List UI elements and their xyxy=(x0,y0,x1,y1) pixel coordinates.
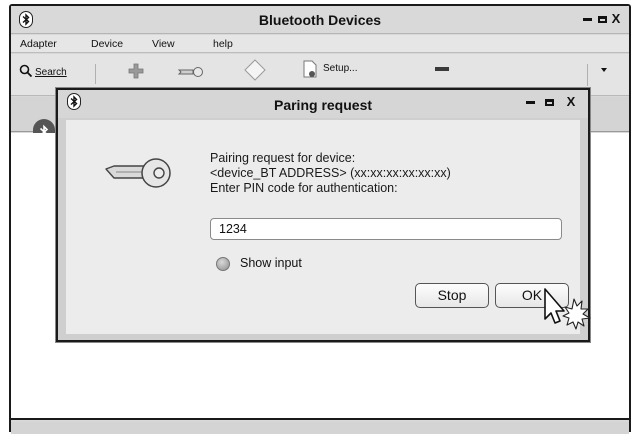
dialog-titlebar: Paring request X xyxy=(58,90,588,118)
minimize-icon xyxy=(525,101,535,105)
close-button[interactable]: X xyxy=(609,11,623,26)
menu-adapter[interactable]: Adapter xyxy=(20,38,57,50)
dialog-body: Pairing request for device: <device_BT A… xyxy=(66,120,580,334)
toolbar-separator xyxy=(587,64,588,86)
status-bar xyxy=(11,422,629,434)
dialog-maximize-button[interactable] xyxy=(543,94,555,109)
pairing-dialog: Paring request X Pairing request for dev… xyxy=(56,88,590,342)
maximize-button[interactable] xyxy=(596,11,608,26)
key-icon[interactable] xyxy=(177,66,205,78)
menu-bar: Adapter Device View help xyxy=(11,35,629,53)
minimize-button[interactable] xyxy=(581,11,593,26)
toolbar-overflow-icon[interactable] xyxy=(601,68,607,72)
menu-device[interactable]: Device xyxy=(91,38,123,50)
message-line: Enter PIN code for authentication: xyxy=(210,181,398,195)
menu-help[interactable]: help xyxy=(213,38,233,50)
indicator-icon xyxy=(435,67,449,71)
dialog-minimize-button[interactable] xyxy=(524,94,536,109)
toolbar-separator xyxy=(95,64,96,84)
menu-view[interactable]: View xyxy=(152,38,175,50)
minimize-icon xyxy=(582,18,592,22)
setup-label: Setup... xyxy=(323,63,358,74)
document-setup-icon xyxy=(303,60,317,78)
key-icon xyxy=(105,158,171,188)
dialog-title: Paring request xyxy=(273,97,373,113)
pairing-message: Pairing request for device: <device_BT A… xyxy=(210,151,451,196)
message-line: <device_BT ADDRESS> (xx:xx:xx:xx:xx:xx) xyxy=(210,166,451,180)
mouse-cursor-icon xyxy=(544,288,591,330)
stop-button[interactable]: Stop xyxy=(415,283,489,308)
dialog-close-button[interactable]: X xyxy=(564,94,578,109)
show-input-radio[interactable] xyxy=(216,257,230,271)
pin-input[interactable] xyxy=(210,218,562,240)
search-label: Search xyxy=(35,67,67,78)
add-device-icon[interactable] xyxy=(128,63,144,79)
window-title: Bluetooth Devices xyxy=(258,12,382,28)
maximize-icon xyxy=(597,16,607,24)
message-line: Pairing request for device: xyxy=(210,151,356,165)
main-titlebar: Bluetooth Devices X xyxy=(11,6,629,34)
show-input-label: Show input xyxy=(240,256,302,270)
diamond-icon[interactable] xyxy=(244,59,266,81)
search-icon xyxy=(19,64,33,78)
maximize-icon xyxy=(544,99,554,107)
